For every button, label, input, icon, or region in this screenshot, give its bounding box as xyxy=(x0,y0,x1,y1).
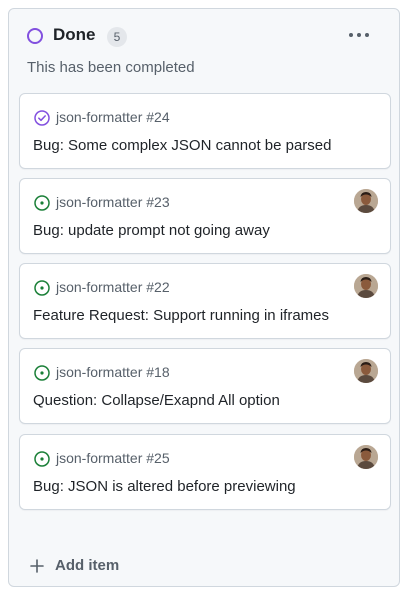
column-description: This has been completed xyxy=(27,59,195,76)
issue-opened-icon xyxy=(34,280,50,296)
issue-reference-link[interactable]: json-formatter #22 xyxy=(56,279,170,295)
assignee-avatar[interactable] xyxy=(354,359,378,383)
issue-title-link[interactable]: Bug: update prompt not going away xyxy=(33,222,270,239)
issue-title-link[interactable]: Feature Request: Support running in ifra… xyxy=(33,307,329,324)
issue-title-link[interactable]: Question: Collapse/Exapnd All option xyxy=(33,392,280,409)
issue-opened-icon xyxy=(34,195,50,211)
issue-reference-link[interactable]: json-formatter #25 xyxy=(56,450,170,466)
check-circle-icon xyxy=(34,110,50,126)
issue-card[interactable]: json-formatter #22 Feature Request: Supp… xyxy=(19,263,391,339)
issue-title-link[interactable]: Bug: Some complex JSON cannot be parsed xyxy=(33,137,332,154)
issue-card[interactable]: json-formatter #23 Bug: update prompt no… xyxy=(19,178,391,254)
item-count-badge: 5 xyxy=(107,27,127,47)
assignee-avatar[interactable] xyxy=(354,445,378,469)
board-column-done: Done 5 This has been completed json-form… xyxy=(8,8,400,587)
add-item-button[interactable]: Add item xyxy=(29,557,119,574)
column-header: Done 5 This has been completed xyxy=(9,9,399,101)
issue-reference-link[interactable]: json-formatter #24 xyxy=(56,109,170,125)
add-item-label: Add item xyxy=(55,557,120,574)
kebab-horizontal-icon xyxy=(349,33,369,37)
issue-opened-icon xyxy=(34,365,50,381)
issue-reference-link[interactable]: json-formatter #18 xyxy=(56,364,170,380)
issue-opened-icon xyxy=(34,451,50,467)
plus-icon xyxy=(30,558,44,573)
person-avatar-icon xyxy=(354,274,378,298)
person-avatar-icon xyxy=(354,189,378,213)
assignee-avatar[interactable] xyxy=(354,189,378,213)
issue-card[interactable]: json-formatter #18 Question: Collapse/Ex… xyxy=(19,348,391,424)
person-avatar-icon xyxy=(354,359,378,383)
assignee-avatar[interactable] xyxy=(354,274,378,298)
issue-card[interactable]: json-formatter #24 Bug: Some complex JSO… xyxy=(19,93,391,169)
issue-title-link[interactable]: Bug: JSON is altered before previewing xyxy=(33,478,296,495)
person-avatar-icon xyxy=(354,445,378,469)
status-circle-icon xyxy=(27,28,43,44)
issue-card[interactable]: json-formatter #25 Bug: JSON is altered … xyxy=(19,434,391,510)
issue-reference-link[interactable]: json-formatter #23 xyxy=(56,194,170,210)
column-options-button[interactable] xyxy=(345,25,373,45)
column-title: Done xyxy=(53,25,96,44)
